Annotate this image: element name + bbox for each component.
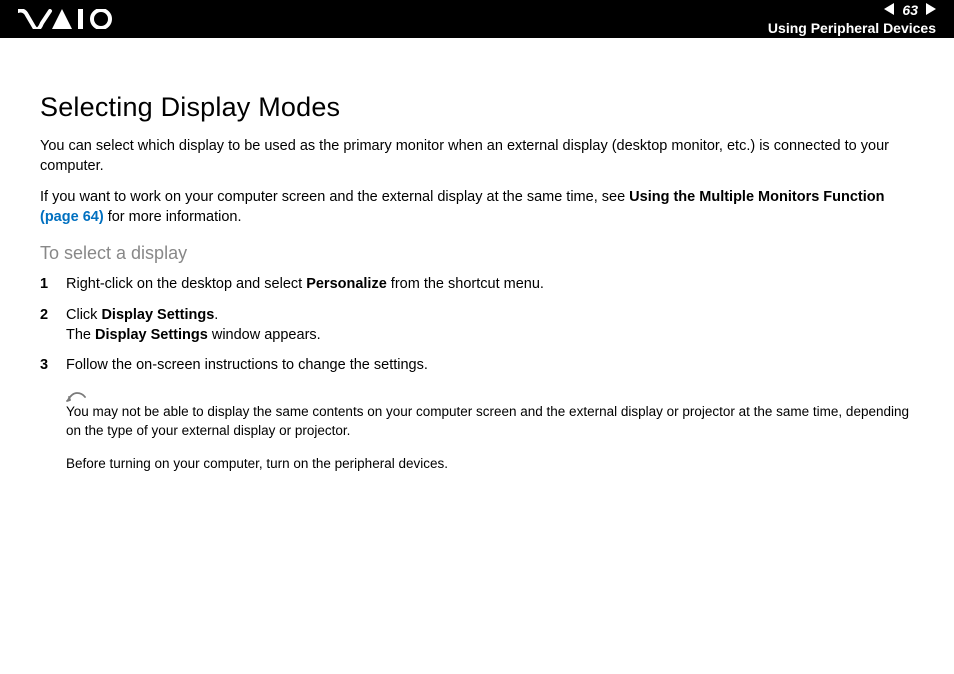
note-paragraph-2: Before turning on your computer, turn on… xyxy=(66,455,914,474)
next-page-arrow[interactable] xyxy=(922,2,936,18)
content-area: Selecting Display Modes You can select w… xyxy=(0,38,954,474)
intro-block: You can select which display to be used … xyxy=(40,137,914,227)
page-number: 63 xyxy=(902,2,918,18)
vaio-logo xyxy=(18,9,116,29)
page-navigation: 63 xyxy=(884,2,936,18)
prev-page-arrow[interactable] xyxy=(884,2,898,18)
intro-p2-tail: for more information. xyxy=(104,209,242,225)
step-text: Click Display Settings.The Display Setti… xyxy=(66,305,321,346)
step-item: 2Click Display Settings.The Display Sett… xyxy=(40,305,914,346)
step-number: 3 xyxy=(40,355,66,375)
step-text: Follow the on-screen instructions to cha… xyxy=(66,355,428,375)
section-name: Using Peripheral Devices xyxy=(768,20,936,36)
note-icon xyxy=(66,389,914,403)
step-number: 1 xyxy=(40,274,66,294)
step-text: Right-click on the desktop and select Pe… xyxy=(66,274,544,294)
step-number: 2 xyxy=(40,305,66,346)
steps-list: 1Right-click on the desktop and select P… xyxy=(40,274,914,375)
page-title: Selecting Display Modes xyxy=(40,92,914,123)
intro-p2-text: If you want to work on your computer scr… xyxy=(40,189,629,205)
note-section: You may not be able to display the same … xyxy=(66,389,914,474)
step-item: 1Right-click on the desktop and select P… xyxy=(40,274,914,294)
intro-paragraph-2: If you want to work on your computer scr… xyxy=(40,188,914,227)
header-bar: 63 Using Peripheral Devices xyxy=(0,0,954,38)
page-link-64[interactable]: (page 64) xyxy=(40,209,104,225)
intro-paragraph-1: You can select which display to be used … xyxy=(40,137,914,176)
header-right: 63 Using Peripheral Devices xyxy=(768,2,936,36)
step-item: 3Follow the on-screen instructions to ch… xyxy=(40,355,914,375)
subheading: To select a display xyxy=(40,243,914,264)
note-paragraph-1: You may not be able to display the same … xyxy=(66,403,914,441)
